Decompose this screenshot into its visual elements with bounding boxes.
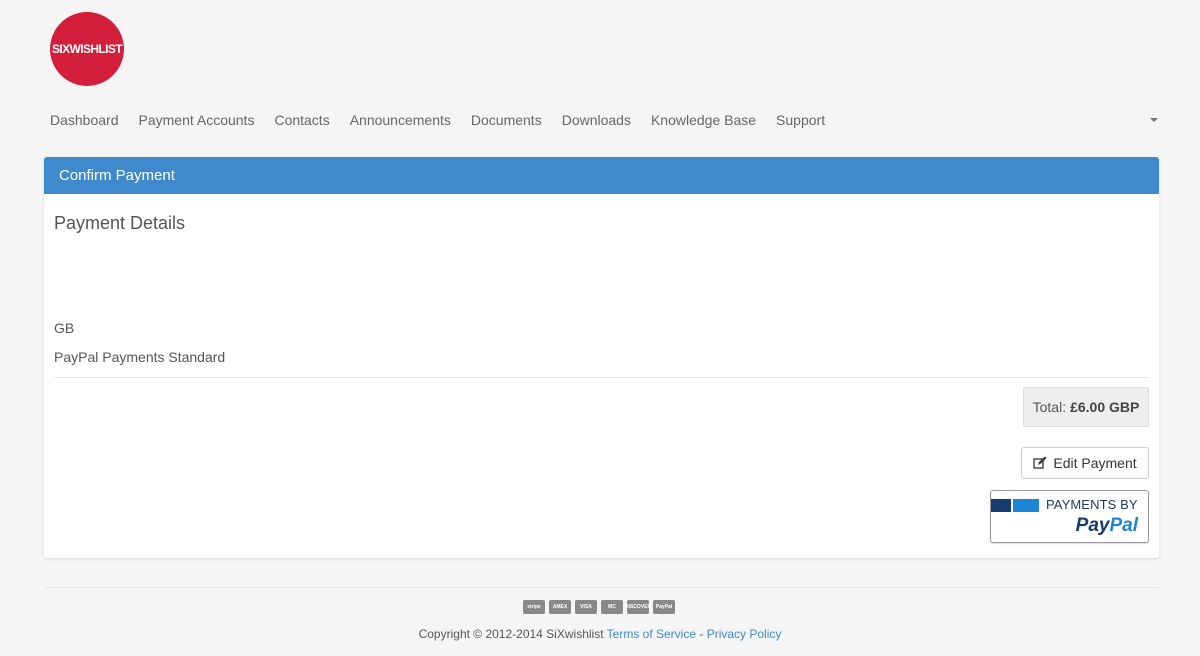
copyright-text: Copyright © 2012-2014 SiXwishlist	[418, 627, 604, 641]
nav-item-documents[interactable]: Documents	[461, 106, 552, 134]
divider	[54, 377, 1149, 378]
footer-separator: -	[699, 627, 704, 641]
visa-icon: VISA	[575, 600, 597, 614]
confirm-payment-panel: Confirm Payment Payment Details GB PayPa…	[44, 157, 1159, 558]
edit-payment-label: Edit Payment	[1053, 455, 1137, 471]
nav-item-payment-accounts[interactable]: Payment Accounts	[129, 106, 265, 134]
total-box: Total: £6.00 GBP	[1023, 387, 1149, 427]
caret-down-icon[interactable]	[1150, 118, 1158, 122]
nav-item-downloads[interactable]: Downloads	[552, 106, 641, 134]
logo[interactable]: SIXWISHLIST	[50, 12, 124, 86]
footer-divider	[44, 587, 1159, 588]
country-value: GB	[54, 320, 75, 336]
paypal-pal: Pal	[1109, 515, 1138, 536]
amex-icon: AMEX	[549, 600, 571, 614]
nav-item-support[interactable]: Support	[766, 106, 835, 134]
logo-text: SIXWISHLIST	[51, 42, 123, 56]
total-value: £6.00 GBP	[1070, 399, 1140, 415]
stripe-icon: stripe	[523, 600, 545, 614]
nav-item-announcements[interactable]: Announcements	[340, 106, 461, 134]
terms-link[interactable]: Terms of Service	[607, 627, 696, 641]
nav-item-knowledge-base[interactable]: Knowledge Base	[641, 106, 766, 134]
paypal-button[interactable]: PAYMENTS BY PayPal	[990, 490, 1149, 543]
nav-item-dashboard[interactable]: Dashboard	[40, 106, 129, 134]
copyright: Copyright © 2012-2014 SiXwishlist Terms …	[0, 627, 1200, 641]
nav-item-contacts[interactable]: Contacts	[264, 106, 339, 134]
section-title: Payment Details	[54, 213, 186, 233]
total-label: Total:	[1032, 399, 1067, 415]
edit-icon	[1033, 456, 1047, 469]
mastercard-icon: MC	[601, 600, 623, 614]
paypal-logo-text: PayPal	[1076, 515, 1138, 537]
payment-card-icons: stripe AMEX VISA MC DISCOVER PayPal	[523, 600, 675, 614]
panel-title: Confirm Payment	[44, 157, 1159, 194]
payment-method-value: PayPal Payments Standard	[54, 349, 226, 365]
paypal-card-icon: PayPal	[653, 600, 675, 614]
paypal-payments-by: PAYMENTS BY	[1046, 497, 1138, 512]
discover-icon: DISCOVER	[627, 600, 649, 614]
main-nav: Dashboard Payment Accounts Contacts Anno…	[40, 106, 1166, 134]
edit-payment-button[interactable]: Edit Payment	[1021, 447, 1149, 479]
paypal-pay: Pay	[1075, 515, 1110, 536]
paypal-block-dark	[991, 499, 1011, 512]
paypal-block-light	[1013, 499, 1039, 512]
privacy-link[interactable]: Privacy Policy	[707, 627, 782, 641]
